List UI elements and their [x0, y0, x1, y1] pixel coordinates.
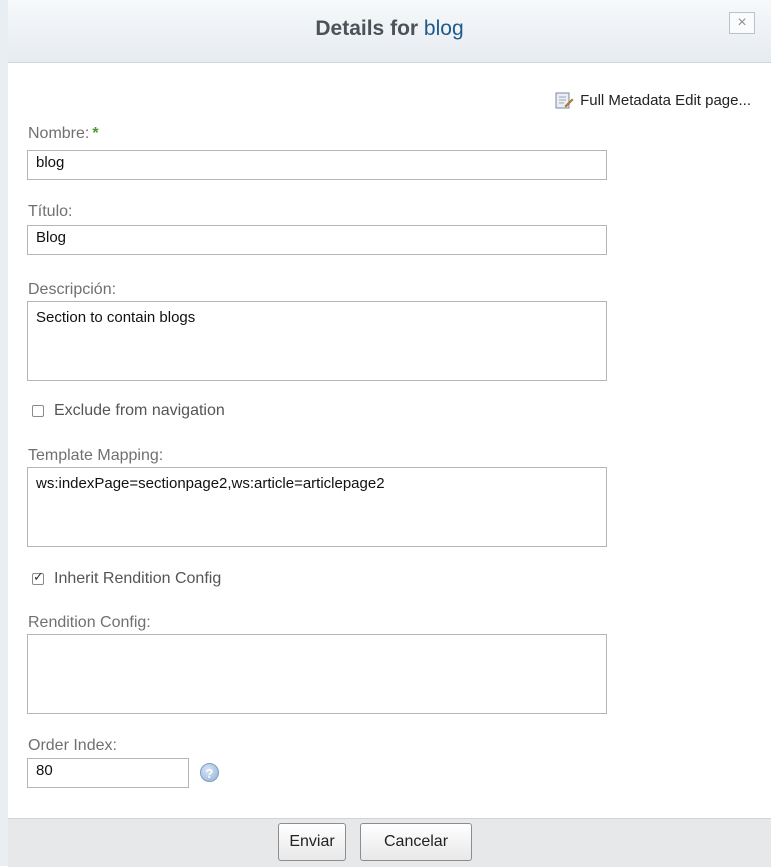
rendition-config-textarea[interactable]	[27, 634, 607, 714]
exclude-navigation-label: Exclude from navigation	[54, 402, 225, 419]
description-label: Descripción:	[28, 281, 117, 298]
inherit-rendition-label: Inherit Rendition Config	[54, 570, 222, 587]
dialog-title-prefix: Details for	[315, 17, 419, 40]
details-dialog: Details for blog × Full Metadata Edit pa…	[8, 0, 771, 867]
name-label-text: Nombre:	[28, 125, 90, 142]
title-label: Título:	[28, 203, 73, 220]
name-input[interactable]: blog	[27, 150, 607, 180]
exclude-navigation-row: Exclude from navigation	[32, 402, 225, 420]
order-index-input[interactable]: 80	[27, 758, 189, 788]
dialog-title: Details for blog	[8, 17, 771, 41]
inherit-rendition-checkbox[interactable]	[32, 569, 44, 585]
close-button[interactable]: ×	[729, 12, 755, 34]
order-index-label: Order Index:	[28, 737, 117, 754]
inherit-rendition-row: Inherit Rendition Config	[32, 569, 222, 588]
description-textarea[interactable]: Section to contain blogs	[27, 301, 607, 381]
full-metadata-edit-label: Full Metadata Edit page...	[580, 91, 751, 109]
exclude-navigation-checkbox[interactable]	[32, 405, 44, 417]
close-icon: ×	[737, 14, 747, 31]
required-marker: *	[92, 125, 99, 142]
help-icon[interactable]: ?	[200, 763, 219, 782]
template-mapping-label: Template Mapping:	[28, 447, 164, 464]
name-label: Nombre: *	[28, 125, 99, 143]
rendition-config-label: Rendition Config:	[28, 614, 151, 631]
submit-button[interactable]: Enviar	[278, 823, 346, 861]
cancel-button[interactable]: Cancelar	[360, 823, 472, 861]
title-input[interactable]: Blog	[27, 225, 607, 255]
dialog-titlebar: Details for blog ×	[8, 0, 771, 63]
dialog-title-name: blog	[423, 17, 464, 40]
edit-page-icon	[555, 92, 574, 109]
full-metadata-edit-link[interactable]: Full Metadata Edit page...	[554, 90, 751, 110]
template-mapping-textarea[interactable]: ws:indexPage=sectionpage2,ws:article=art…	[27, 467, 607, 547]
